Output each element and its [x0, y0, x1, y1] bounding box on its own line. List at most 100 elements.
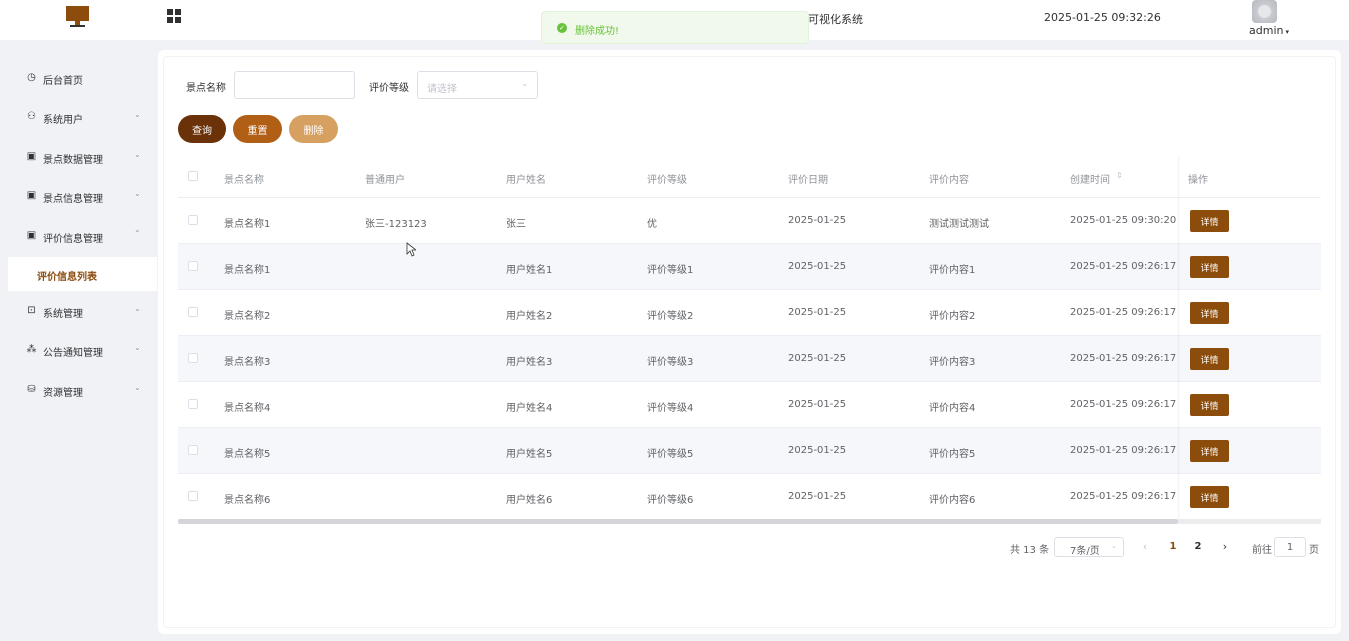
reset-button[interactable]: 重置 [233, 115, 282, 143]
row-checkbox[interactable] [188, 491, 198, 501]
cell-content: 评价内容5 [929, 449, 976, 460]
cell-created: 2025-01-25 09:26:17 [1070, 399, 1177, 410]
cell-name: 用户姓名2 [506, 311, 553, 322]
sort-icon[interactable]: ⇕ [1116, 171, 1123, 180]
detail-button[interactable]: 详情 [1190, 486, 1229, 508]
sidebar-item-label: 系统管理 [43, 309, 83, 320]
select-placeholder: 请选择 [427, 84, 457, 95]
cell-level: 评价等级4 [647, 403, 694, 414]
row-checkbox[interactable] [188, 445, 198, 455]
horizontal-scrollbar[interactable] [178, 519, 1178, 524]
avatar[interactable] [1252, 0, 1277, 23]
system-title: 可视化系统 [808, 13, 863, 26]
sidebar-item-label: 后台首页 [43, 76, 83, 87]
select-all-checkbox[interactable] [188, 171, 198, 181]
detail-button[interactable]: 详情 [1190, 348, 1229, 370]
detail-button[interactable]: 详情 [1190, 256, 1229, 278]
cell-spot: 景点名称3 [224, 357, 271, 368]
chevron-down-icon: ⌄ [134, 150, 141, 159]
chevron-down-icon: ⌄ [134, 110, 141, 119]
sidebar-subitem-label: 评价信息列表 [37, 272, 97, 283]
check-circle-icon: ✓ [557, 23, 567, 33]
chevron-down-icon: ⌄ [521, 79, 528, 88]
table-row[interactable]: 景点名称5 用户姓名5 评价等级5 2025-01-25 评价内容5 2025-01-25… [178, 428, 1321, 474]
sidebar-item-home[interactable]: ◷ 后台首页 [0, 60, 158, 96]
column-header-user: 普通用户 [365, 175, 405, 186]
sidebar-item-notice[interactable]: ⁂ 公告通知管理 ⌄ [0, 332, 158, 368]
table-row[interactable]: 景点名称6 用户姓名6 评价等级6 2025-01-25 评价内容6 2025-01-25… [178, 474, 1321, 520]
sidebar-item-resource[interactable]: ⛁ 资源管理 ⌄ [0, 372, 158, 408]
table-row[interactable]: 景点名称1 用户姓名1 评价等级1 2025-01-25 评价内容1 2025-01-25… [178, 244, 1321, 290]
fixed-column-shadow [1178, 155, 1180, 521]
sidebar-item-spot-data[interactable]: ▣ 景点数据管理 ⌄ [0, 139, 158, 175]
box-icon: ⊡ [27, 305, 36, 316]
panel-icon: ▣ [26, 190, 37, 201]
mouse-cursor-icon [406, 242, 416, 257]
goto-page-input[interactable] [1274, 537, 1306, 557]
cell-date: 2025-01-25 [788, 261, 847, 272]
cell-name: 张三 [506, 219, 526, 230]
row-checkbox[interactable] [188, 261, 198, 271]
page-button-1[interactable]: 1 [1163, 537, 1183, 557]
cell-level: 优 [647, 219, 657, 230]
user-menu[interactable]: admin ▾ [1249, 24, 1289, 37]
table-row[interactable]: 景点名称3 用户姓名3 评价等级3 2025-01-25 评价内容3 2025-01-25… [178, 336, 1321, 382]
column-header-level: 评价等级 [647, 175, 687, 186]
review-level-select[interactable]: 请选择 ⌄ [417, 71, 538, 99]
row-checkbox[interactable] [188, 215, 198, 225]
sidebar-item-label: 景点信息管理 [43, 194, 103, 205]
sidebar: ◷ 后台首页 ⚇ 系统用户 ⌄ ▣ 景点数据管理 ⌄ ▣ 景点信息管理 ⌄ ▣ … [0, 40, 158, 641]
sidebar-item-system-users[interactable]: ⚇ 系统用户 ⌄ [0, 99, 158, 135]
detail-button[interactable]: 详情 [1190, 440, 1229, 462]
loading-icon: ⁂ [26, 344, 37, 355]
username: admin [1249, 24, 1284, 37]
cell-level: 评价等级1 [647, 265, 694, 276]
page-button-2[interactable]: 2 [1188, 537, 1208, 557]
cell-date: 2025-01-25 [788, 215, 847, 226]
page-size-select[interactable]: 7条/页 ⌄ [1054, 537, 1124, 557]
row-checkbox[interactable] [188, 307, 198, 317]
clock-icon: ◷ [27, 72, 36, 83]
row-checkbox[interactable] [188, 399, 198, 409]
cell-name: 用户姓名6 [506, 495, 553, 506]
cell-content: 评价内容2 [929, 311, 976, 322]
sidebar-item-label: 景点数据管理 [43, 155, 103, 166]
table-row[interactable]: 景点名称2 用户姓名2 评价等级2 2025-01-25 评价内容2 2025-01-25… [178, 290, 1321, 336]
sidebar-subitem-review-list[interactable]: 评价信息列表 [8, 257, 157, 291]
spot-name-input[interactable] [234, 71, 355, 99]
table-row[interactable]: 景点名称1 张三-123123 张三 优 2025-01-25 测试测试测试 2025-01… [178, 198, 1321, 244]
table-header: 景点名称 普通用户 用户姓名 评价等级 评价日期 评价内容 创建时间 ⇕ 操作 [178, 155, 1321, 198]
cell-content: 测试测试测试 [929, 219, 989, 230]
panel-icon: ▣ [26, 230, 37, 241]
cell-spot: 景点名称2 [224, 311, 271, 322]
printer-icon: ⛁ [27, 384, 36, 395]
cell-level: 评价等级2 [647, 311, 694, 322]
cell-content: 评价内容1 [929, 265, 976, 276]
cell-name: 用户姓名5 [506, 449, 553, 460]
delete-button[interactable]: 删除 [289, 115, 338, 143]
grid-icon[interactable] [167, 9, 182, 24]
detail-button[interactable]: 详情 [1190, 302, 1229, 324]
sidebar-item-label: 公告通知管理 [43, 348, 103, 359]
column-header-created[interactable]: 创建时间 [1070, 171, 1110, 186]
row-checkbox[interactable] [188, 353, 198, 363]
detail-button[interactable]: 详情 [1190, 210, 1229, 232]
cell-level: 评价等级5 [647, 449, 694, 460]
cell-created: 2025-01-25 09:26:17 [1070, 445, 1177, 456]
detail-button[interactable]: 详情 [1190, 394, 1229, 416]
prev-page-button[interactable]: ‹ [1138, 537, 1152, 557]
next-page-button[interactable]: › [1218, 537, 1232, 557]
goto-label: 前往 [1252, 545, 1272, 556]
query-button[interactable]: 查询 [178, 115, 226, 143]
cell-name: 用户姓名3 [506, 357, 553, 368]
chevron-down-icon: ⌄ [134, 304, 141, 313]
cell-date: 2025-01-25 [788, 445, 847, 456]
sidebar-item-spot-info[interactable]: ▣ 景点信息管理 ⌄ [0, 178, 158, 214]
cell-content: 评价内容6 [929, 495, 976, 506]
sidebar-item-review-info[interactable]: ▣ 评价信息管理 ⌃ [0, 218, 158, 254]
review-level-label: 评价等级 [369, 83, 409, 94]
cell-spot: 景点名称1 [224, 219, 271, 230]
table-row[interactable]: 景点名称4 用户姓名4 评价等级4 2025-01-25 评价内容4 2025-01-25… [178, 382, 1321, 428]
cell-content: 评价内容3 [929, 357, 976, 368]
sidebar-item-system-manage[interactable]: ⊡ 系统管理 ⌄ [0, 293, 158, 329]
